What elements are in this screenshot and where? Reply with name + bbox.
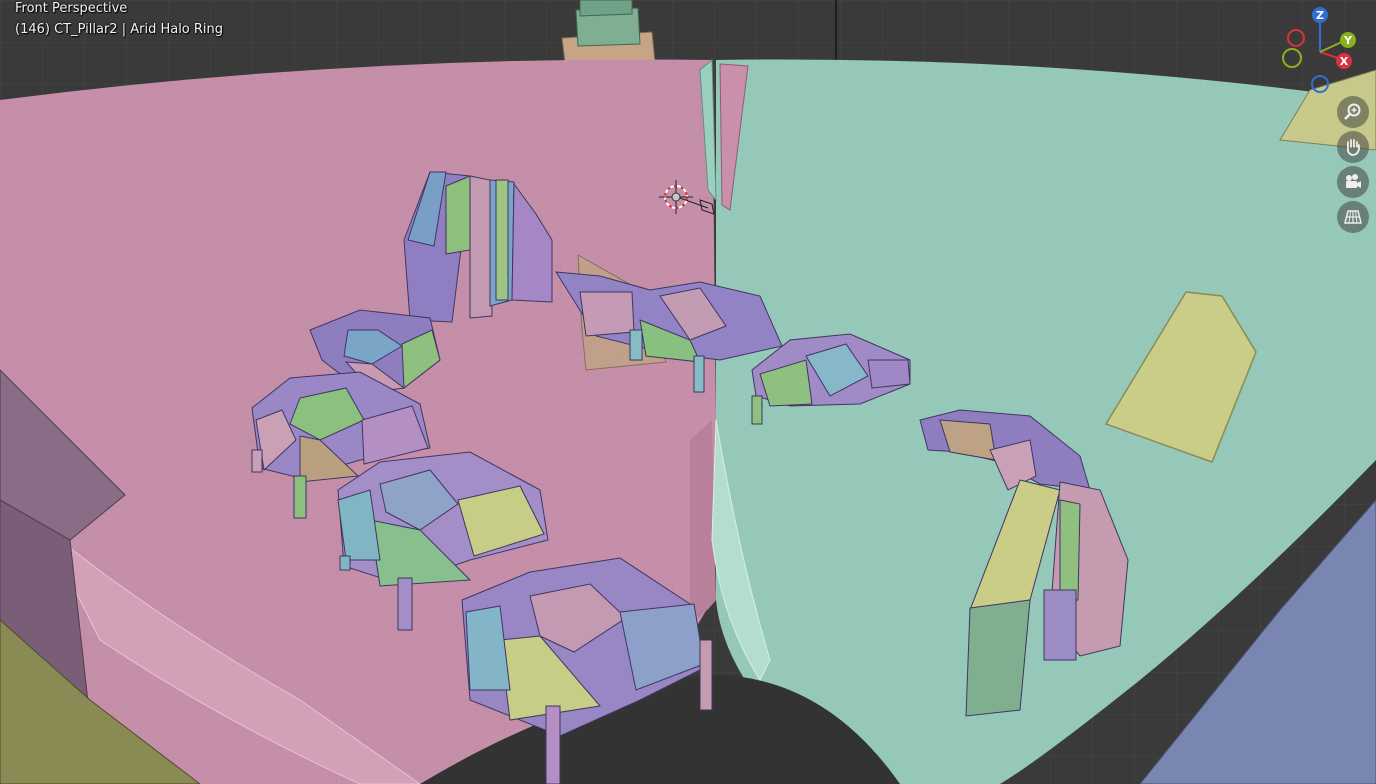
hand-icon — [1346, 139, 1360, 156]
grid-icon — [1344, 210, 1362, 224]
pan-button[interactable] — [1337, 131, 1369, 163]
magnifier-plus-icon — [1344, 103, 1361, 120]
gizmo-neg-x-icon[interactable] — [1287, 29, 1305, 47]
gizmo-x-label: X — [1340, 55, 1349, 68]
gizmo-neg-y-icon[interactable] — [1282, 48, 1302, 68]
gizmo-neg-z-icon[interactable] — [1311, 75, 1329, 93]
gizmo-y-label: Y — [1343, 34, 1353, 47]
camera-icon — [1346, 174, 1361, 188]
orthographic-toggle-button[interactable] — [1337, 201, 1369, 233]
zoom-button[interactable] — [1337, 96, 1369, 128]
camera-view-button[interactable] — [1337, 166, 1369, 198]
active-object-label: (146) CT_Pillar2 | Arid Halo Ring — [15, 22, 224, 37]
gizmo-z-label: Z — [1316, 9, 1324, 22]
viewport-mode-label: Front Perspective — [15, 1, 128, 16]
navigation-gizmo[interactable]: Z Y X — [1278, 4, 1366, 96]
3d-viewport[interactable]: Front Perspective (146) CT_Pillar2 | Ari… — [0, 0, 1376, 784]
scene-canvas[interactable] — [0, 0, 1376, 784]
